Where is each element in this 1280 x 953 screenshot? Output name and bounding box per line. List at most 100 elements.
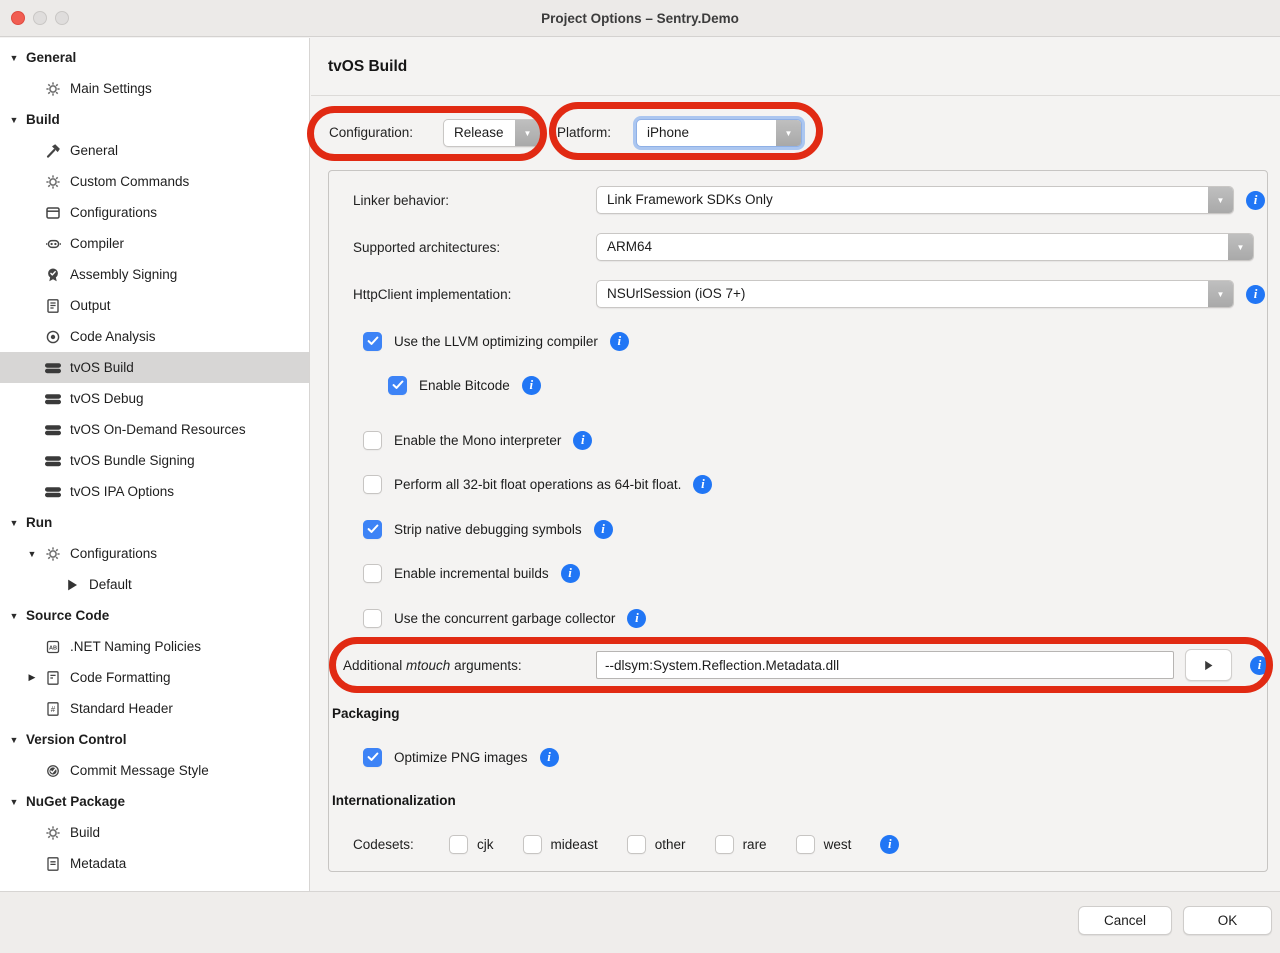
sidebar-item-main-settings[interactable]: Main Settings — [0, 73, 309, 104]
sidebar-item-standard-header[interactable]: #Standard Header — [0, 693, 309, 724]
chevron-down-expander-icon[interactable]: ▼ — [8, 735, 20, 745]
use-llvm-optimizing-compiler-checkbox[interactable] — [363, 332, 382, 351]
chevron-down-expander-icon[interactable]: ▼ — [8, 115, 20, 125]
other-checkbox[interactable] — [627, 835, 646, 854]
dialog-footer: Cancel OK — [0, 891, 1280, 953]
platform-value: iPhone — [637, 120, 776, 146]
mideast-label: mideast — [551, 837, 598, 852]
enable-bitcode-checkbox[interactable] — [388, 376, 407, 395]
close-button[interactable] — [11, 11, 25, 25]
sidebar-item-commit-message-style[interactable]: Commit Message Style — [0, 755, 309, 786]
optimize-png-images-checkbox[interactable] — [363, 748, 382, 767]
linker-behavior-select[interactable]: Link Framework SDKs Only▼ — [596, 186, 1234, 214]
info-icon[interactable]: i — [1246, 285, 1265, 304]
sidebar-item-tvos-ipa-options[interactable]: tvOS IPA Options — [0, 476, 309, 507]
concurrent-garbage-collector-row: Use the concurrent garbage collectori — [363, 608, 646, 628]
minimize-button[interactable] — [33, 11, 47, 25]
west-checkbox[interactable] — [796, 835, 815, 854]
info-icon[interactable]: i — [522, 376, 541, 395]
sidebar-item-label: tvOS IPA Options — [70, 484, 174, 499]
strip-native-debug-symbols-label: Strip native debugging symbols — [394, 522, 582, 537]
chevron-down-icon[interactable]: ▼ — [1208, 281, 1233, 307]
chevron-down-expander-icon[interactable]: ▼ — [8, 518, 20, 528]
sidebar-item-custom-commands[interactable]: Custom Commands — [0, 166, 309, 197]
chevron-down-expander-icon[interactable]: ▼ — [26, 549, 38, 559]
mtouch-arguments-input[interactable] — [596, 651, 1174, 679]
info-icon[interactable]: i — [880, 835, 899, 854]
options-sidebar: ▼GeneralMain Settings▼BuildGeneralCustom… — [0, 38, 310, 891]
chevron-down-icon[interactable]: ▼ — [1228, 234, 1253, 260]
tv-icon — [44, 390, 62, 407]
sidebar-item-configurations[interactable]: ▼Configurations — [0, 538, 309, 569]
mideast-checkbox[interactable] — [523, 835, 542, 854]
sidebar-item-net-naming-policies[interactable]: AB.NET Naming Policies — [0, 631, 309, 662]
httpclient-implementation-value: NSUrlSession (iOS 7+) — [597, 281, 1208, 307]
info-icon[interactable]: i — [610, 332, 629, 351]
sidebar-item-compiler[interactable]: Compiler — [0, 228, 309, 259]
internationalization-section-header: Internationalization — [332, 793, 456, 808]
window-controls — [11, 11, 69, 25]
sidebar-item-run[interactable]: ▼Run — [0, 507, 309, 538]
commit-icon — [44, 762, 62, 779]
rare-checkbox[interactable] — [715, 835, 734, 854]
chevron-right-expander-icon[interactable]: ▶ — [26, 672, 38, 683]
platform-select[interactable]: iPhone ▼ — [636, 119, 802, 147]
cancel-button[interactable]: Cancel — [1078, 906, 1172, 935]
info-icon[interactable]: i — [561, 564, 580, 583]
sidebar-item-tvos-debug[interactable]: tvOS Debug — [0, 383, 309, 414]
sidebar-item-source-code[interactable]: ▼Source Code — [0, 600, 309, 631]
sidebar-item-tvos-bundle-signing[interactable]: tvOS Bundle Signing — [0, 445, 309, 476]
sidebar-item-build[interactable]: ▼Build — [0, 104, 309, 135]
arguments-history-button[interactable] — [1185, 649, 1232, 681]
sidebar-item-output[interactable]: Output — [0, 290, 309, 321]
sidebar-item-label: tvOS Build — [70, 360, 134, 375]
main-panel: tvOS Build Configuration: Release ▼ Plat… — [311, 38, 1280, 891]
sidebar-item-general[interactable]: ▼ General — [0, 42, 309, 73]
info-icon[interactable]: i — [594, 520, 613, 539]
float32-as-float64-checkbox[interactable] — [363, 475, 382, 494]
sidebar-item-version-control[interactable]: ▼Version Control — [0, 724, 309, 755]
sidebar-item-code-formatting[interactable]: ▶Code Formatting — [0, 662, 309, 693]
sidebar-item-label: General — [26, 50, 76, 65]
sidebar-item-label: Main Settings — [70, 81, 152, 96]
ok-button[interactable]: OK — [1183, 906, 1272, 935]
info-icon[interactable]: i — [540, 748, 559, 767]
sidebar-item-label: NuGet Package — [26, 794, 125, 809]
mtouch-arguments-label: Additional mtouch arguments: — [343, 658, 596, 673]
page-title: tvOS Build — [328, 58, 407, 76]
sidebar-item-label: tvOS Debug — [70, 391, 144, 406]
info-icon[interactable]: i — [627, 609, 646, 628]
sidebar-item-assembly-signing[interactable]: Assembly Signing — [0, 259, 309, 290]
sidebar-item-code-analysis[interactable]: Code Analysis — [0, 321, 309, 352]
sidebar-item-label: Standard Header — [70, 701, 173, 716]
sidebar-item-metadata[interactable]: Metadata — [0, 848, 309, 879]
chevron-down-icon[interactable]: ▼ — [515, 120, 540, 146]
info-icon[interactable]: i — [573, 431, 592, 450]
sidebar-item-nuget-package[interactable]: ▼ NuGet Package — [0, 786, 309, 817]
cjk-checkbox[interactable] — [449, 835, 468, 854]
chevron-down-icon[interactable]: ▼ — [776, 120, 801, 146]
chevron-down-expander-icon[interactable]: ▼ — [8, 53, 20, 63]
sidebar-item-tvos-on-demand-resources[interactable]: tvOS On-Demand Resources — [0, 414, 309, 445]
chevron-down-expander-icon[interactable]: ▼ — [8, 611, 20, 621]
sidebar-item-default[interactable]: Default — [0, 569, 309, 600]
configuration-select[interactable]: Release ▼ — [443, 119, 541, 147]
cjk-label: cjk — [477, 837, 494, 852]
sidebar-item-build[interactable]: Build — [0, 817, 309, 848]
httpclient-implementation-select[interactable]: NSUrlSession (iOS 7+)▼ — [596, 280, 1234, 308]
chevron-down-icon[interactable]: ▼ — [1208, 187, 1233, 213]
sidebar-item-configurations[interactable]: Configurations — [0, 197, 309, 228]
supported-architectures-select[interactable]: ARM64▼ — [596, 233, 1254, 261]
chevron-down-expander-icon[interactable]: ▼ — [8, 797, 20, 807]
sidebar-item-general[interactable]: General — [0, 135, 309, 166]
strip-native-debug-symbols-checkbox[interactable] — [363, 520, 382, 539]
info-icon[interactable]: i — [1246, 191, 1265, 210]
info-icon[interactable]: i — [693, 475, 712, 494]
sidebar-item-tvos-build[interactable]: tvOS Build — [0, 352, 309, 383]
zoom-button[interactable] — [55, 11, 69, 25]
concurrent-garbage-collector-checkbox[interactable] — [363, 609, 382, 628]
enable-incremental-builds-checkbox[interactable] — [363, 564, 382, 583]
supported-architectures-value: ARM64 — [597, 234, 1228, 260]
enable-mono-interpreter-checkbox[interactable] — [363, 431, 382, 450]
info-icon[interactable]: i — [1250, 656, 1269, 675]
